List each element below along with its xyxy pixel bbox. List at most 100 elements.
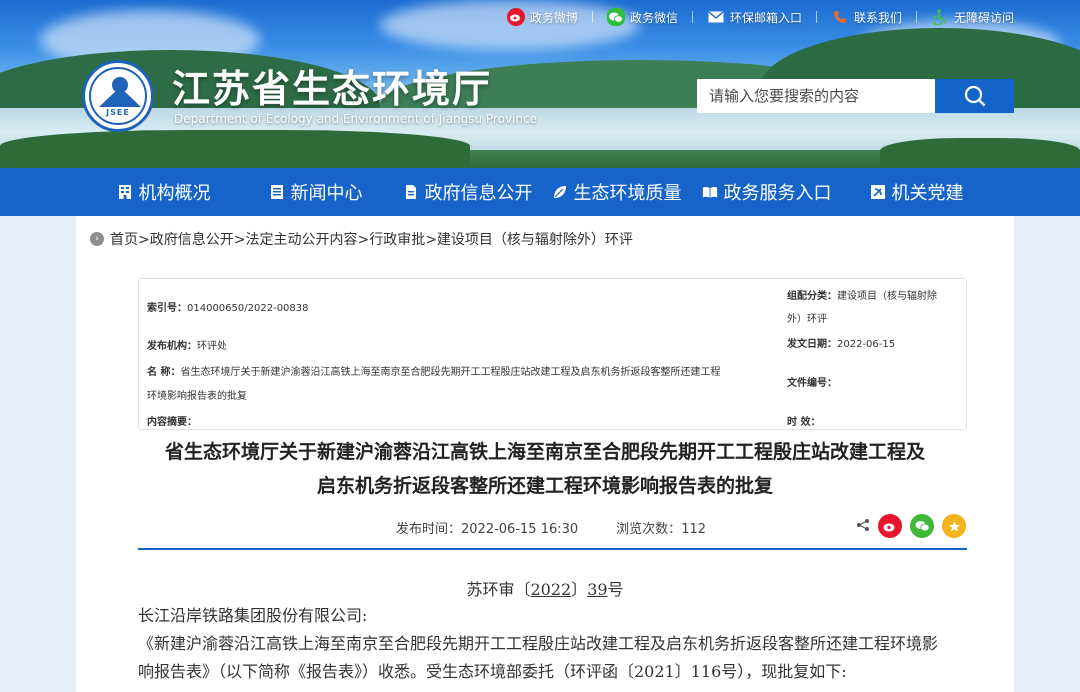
building-icon xyxy=(117,184,133,200)
divider xyxy=(915,11,917,23)
nav-item-label: 政府信息公开 xyxy=(424,183,533,204)
publish-time-label: 发布时间： xyxy=(396,522,462,537)
body-paragraph-line1: 《新建沪渝蓉沿江高铁上海至南京至合肥段先期开工工程殷庄站改建工程及启东机务折返段… xyxy=(138,634,939,653)
meta-date: 发文日期：2022-06-15 xyxy=(787,335,895,350)
meta-value: 环评处 xyxy=(197,341,227,352)
meta-category: 组配分类：建设项目（核与辐射除 xyxy=(787,287,937,302)
book-icon xyxy=(702,184,718,200)
wechat-share-icon[interactable] xyxy=(910,514,934,538)
meta-publisher: 发布机构：环评处 xyxy=(147,337,227,352)
leaf-icon xyxy=(552,184,568,200)
view-count: 浏览次数：112 xyxy=(616,518,706,537)
nav-item-news[interactable]: 新闻中心 xyxy=(269,179,363,205)
view-count-label: 浏览次数： xyxy=(616,522,682,537)
share-icon[interactable] xyxy=(856,517,870,536)
search-bar xyxy=(697,79,1014,113)
contact-link[interactable]: 联系我们 xyxy=(831,8,902,26)
content-panel: › 首页>政府信息公开>法定主动公开内容>行政审批>建设项目（核与辐射除外）环评… xyxy=(76,216,1014,692)
site-logo[interactable]: JSEE xyxy=(82,60,154,132)
mail-link-label: 环保邮箱入口 xyxy=(729,10,802,25)
doc-number: 39 xyxy=(587,580,608,599)
search-button[interactable] xyxy=(935,79,1014,113)
site-title: 江苏省生态环境厅 xyxy=(172,66,493,111)
meta-name: 名 称：省生态环境厅关于新建沪渝蓉沿江高铁上海至南京至合肥段先期开工工程殷庄站改… xyxy=(147,363,777,378)
logo-mountain xyxy=(99,87,141,107)
nav-item-eco-quality[interactable]: 生态环境质量 xyxy=(552,179,682,205)
party-flag-icon xyxy=(870,184,886,200)
mail-link[interactable]: 环保邮箱入口 xyxy=(707,8,802,26)
meta-label: 名 称： xyxy=(147,367,181,378)
accessibility-link-label: 无障碍访问 xyxy=(953,10,1014,25)
divider xyxy=(691,11,693,23)
weibo-share-icon[interactable] xyxy=(878,514,902,538)
meta-category-cont: 外）环评 xyxy=(787,310,827,325)
accessibility-link[interactable]: 无障碍访问 xyxy=(931,8,1014,26)
meta-label: 文件编号： xyxy=(787,378,837,389)
main-nav: 机构概况 新闻中心 政府信息公开 生态环境质量 政务服务入口 机关党建 xyxy=(0,168,1080,216)
weibo-link[interactable]: 政务微博 xyxy=(506,8,578,26)
logo-emblem: JSEE xyxy=(89,67,147,125)
meta-value: 2022-06-15 xyxy=(837,339,896,350)
newspaper-icon xyxy=(269,184,285,200)
meta-index: 索引号：014000650/2022-00838 xyxy=(147,299,309,314)
publish-time-value: 2022-06-15 16:30 xyxy=(461,522,579,537)
nav-item-label: 机关党建 xyxy=(891,183,964,204)
meta-label: 组配分类： xyxy=(787,291,837,302)
meta-validity: 时 效： xyxy=(787,413,820,428)
recipient-line: 长江沿岸铁路集团股份有限公司: xyxy=(138,606,368,625)
nav-item-label: 政务服务入口 xyxy=(723,183,832,204)
share-bar xyxy=(856,514,966,538)
wechat-icon xyxy=(606,8,625,26)
meta-docnum: 文件编号： xyxy=(787,374,837,389)
document-icon xyxy=(403,184,419,200)
meta-value: 省生态环境厅关于新建沪渝蓉沿江高铁上海至南京至合肥段先期开工工程殷庄站改建工程及… xyxy=(180,367,721,378)
meta-label: 时 效： xyxy=(787,417,821,428)
banner-shore xyxy=(880,138,1080,168)
title-divider xyxy=(138,548,967,550)
nav-item-organization[interactable]: 机构概况 xyxy=(117,179,211,205)
doc-suffix: 号 xyxy=(607,580,624,599)
nav-item-label: 生态环境质量 xyxy=(573,183,682,204)
weibo-icon xyxy=(506,8,525,26)
search-icon xyxy=(964,85,985,107)
favorite-star-icon[interactable] xyxy=(942,514,966,538)
view-count-value: 112 xyxy=(681,522,707,537)
meta-label: 索引号： xyxy=(147,303,187,314)
nav-item-services[interactable]: 政务服务入口 xyxy=(702,179,832,205)
doc-year: 2022 xyxy=(530,580,572,599)
wechat-link-label: 政务微信 xyxy=(629,10,678,25)
contact-link-label: 联系我们 xyxy=(853,10,902,25)
weibo-link-label: 政务微博 xyxy=(529,10,578,25)
meta-value: 建设项目（核与辐射除 xyxy=(837,291,937,302)
wechat-link[interactable]: 政务微信 xyxy=(606,8,678,26)
publish-time: 发布时间：2022-06-15 16:30 xyxy=(396,518,578,537)
meta-value: 环境影响报告表的批复 xyxy=(147,391,247,402)
document-number: 苏环审〔2022〕39号 xyxy=(76,576,1014,600)
meta-value: 014000650/2022-00838 xyxy=(187,303,309,314)
breadcrumb: › 首页>政府信息公开>法定主动公开内容>行政审批>建设项目（核与辐射除外）环评 xyxy=(90,229,633,249)
doc-bracket: 〕 xyxy=(571,580,588,599)
meta-name-cont: 环境影响报告表的批复 xyxy=(147,387,247,402)
accessibility-icon xyxy=(931,8,949,26)
meta-value: 外）环评 xyxy=(787,314,827,325)
nav-item-gov-info[interactable]: 政府信息公开 xyxy=(403,179,533,205)
meta-label: 发文日期： xyxy=(787,339,837,350)
divider xyxy=(591,11,593,23)
mail-icon xyxy=(707,8,725,26)
nav-item-party[interactable]: 机关党建 xyxy=(870,179,964,205)
logo-text: JSEE xyxy=(106,108,130,117)
breadcrumb-text[interactable]: 首页>政府信息公开>法定主动公开内容>行政审批>建设项目（核与辐射除外）环评 xyxy=(110,229,633,249)
phone-icon xyxy=(831,8,849,26)
divider xyxy=(815,11,817,23)
search-input[interactable] xyxy=(697,79,935,113)
article-title-line1: 省生态环境厅关于新建沪渝蓉沿江高铁上海至南京至合肥段先期开工工程殷庄站改建工程及 xyxy=(164,441,925,463)
nav-item-label: 新闻中心 xyxy=(290,183,363,204)
publish-info: 发布时间：2022-06-15 16:30 浏览次数：112 xyxy=(396,518,706,537)
site-subtitle: Department of Ecology and Environment of… xyxy=(174,112,537,126)
body-paragraph-line2: 响报告表》（以下简称《报告表》）收悉。受生态环境部委托（环评函〔2021〕116… xyxy=(138,662,847,681)
nav-item-label: 机构概况 xyxy=(138,183,211,204)
meta-label: 内容摘要： xyxy=(147,417,197,428)
article-title-line2: 启东机务折返段客整所还建工程环境影响报告表的批复 xyxy=(316,475,773,497)
banner-shore xyxy=(0,130,470,168)
doc-prefix: 苏环审〔 xyxy=(466,580,531,599)
